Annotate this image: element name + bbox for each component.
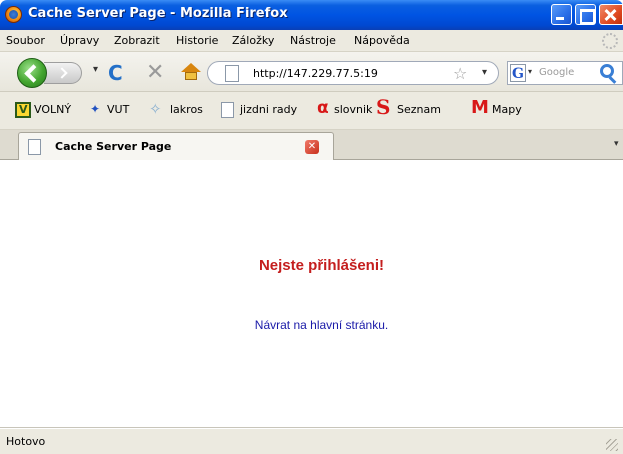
url-bar[interactable]: http://147.229.77.5:19 ☆ ▾ — [207, 61, 499, 85]
navigation-toolbar: ▾ C ✕ http://147.229.77.5:19 ☆ ▾ G ▾ Goo… — [0, 52, 623, 92]
back-to-home-link[interactable]: Návrat na hlavní stránku. — [0, 318, 623, 332]
bookmark-lakros[interactable]: lakros — [170, 103, 203, 116]
page-icon — [225, 65, 239, 82]
page-icon — [221, 102, 234, 118]
tab-bar: Cache Server Page ✕ ▾ — [0, 130, 623, 160]
volny-icon — [15, 102, 31, 118]
page-content: Nejste přihlášeni! Návrat na hlavní strá… — [0, 160, 623, 428]
resize-grip-icon[interactable] — [606, 439, 618, 451]
menu-napoveda[interactable]: Nápověda — [354, 34, 410, 47]
bookmark-vut[interactable]: VUT — [107, 103, 129, 116]
tab-label: Cache Server Page — [55, 140, 172, 153]
bookmark-jizdni-rady[interactable]: jizdni rady — [240, 103, 297, 116]
throbber-icon — [602, 33, 618, 49]
vut-icon — [90, 102, 105, 116]
search-engine-dropdown-icon[interactable]: ▾ — [528, 67, 532, 76]
bookmark-star-icon[interactable]: ☆ — [453, 64, 467, 83]
maximize-button[interactable] — [575, 4, 596, 25]
menu-zobrazit[interactable]: Zobrazit — [114, 34, 160, 47]
forward-button[interactable] — [44, 62, 82, 84]
tab-cache-server-page[interactable]: Cache Server Page ✕ — [18, 132, 334, 160]
window-title: Cache Server Page - Mozilla Firefox — [28, 6, 288, 21]
status-text: Hotovo — [6, 435, 46, 448]
lakros-icon — [149, 100, 165, 118]
page-icon — [28, 139, 41, 155]
google-icon[interactable]: G — [510, 64, 526, 82]
menu-nastroje[interactable]: Nástroje — [290, 34, 336, 47]
tab-list-dropdown-icon[interactable]: ▾ — [614, 139, 619, 149]
status-bar: Hotovo — [0, 428, 623, 454]
slovnik-icon: α — [317, 98, 329, 118]
menu-zalozky[interactable]: Záložky — [232, 34, 274, 47]
bookmarks-toolbar: VOLNÝ VUT lakros jizdni rady α slovnik S… — [0, 92, 623, 130]
url-dropdown-icon[interactable]: ▾ — [482, 67, 487, 78]
seznam-icon: S — [376, 95, 391, 119]
menu-soubor[interactable]: Soubor — [6, 34, 45, 47]
search-placeholder[interactable]: Google — [539, 67, 574, 78]
back-button[interactable] — [17, 58, 47, 88]
not-logged-in-heading: Nejste přihlášeni! — [258, 257, 385, 274]
bookmark-slovnik[interactable]: slovnik — [334, 103, 372, 116]
title-bar[interactable]: Cache Server Page - Mozilla Firefox — [0, 0, 623, 30]
close-window-button[interactable] — [599, 4, 623, 25]
bookmark-volny[interactable]: VOLNÝ — [34, 103, 71, 116]
bookmark-seznam[interactable]: Seznam — [397, 103, 441, 116]
mapy-icon: M — [471, 97, 489, 118]
menu-bar: Soubor Úpravy Zobrazit Historie Záložky … — [0, 30, 623, 52]
menu-historie[interactable]: Historie — [176, 34, 218, 47]
stop-icon[interactable]: ✕ — [146, 60, 164, 85]
bookmark-mapy[interactable]: Mapy — [492, 103, 522, 116]
close-tab-icon[interactable]: ✕ — [305, 140, 319, 154]
reload-icon[interactable]: C — [108, 61, 123, 85]
menu-upravy[interactable]: Úpravy — [60, 34, 99, 47]
home-icon[interactable] — [181, 63, 201, 81]
url-text[interactable]: http://147.229.77.5:19 — [253, 67, 418, 80]
firefox-icon — [5, 6, 22, 23]
minimize-button[interactable] — [551, 4, 572, 25]
search-icon[interactable] — [600, 64, 614, 78]
history-dropdown-icon[interactable]: ▾ — [93, 64, 98, 75]
search-bar[interactable]: G ▾ Google — [507, 61, 623, 85]
